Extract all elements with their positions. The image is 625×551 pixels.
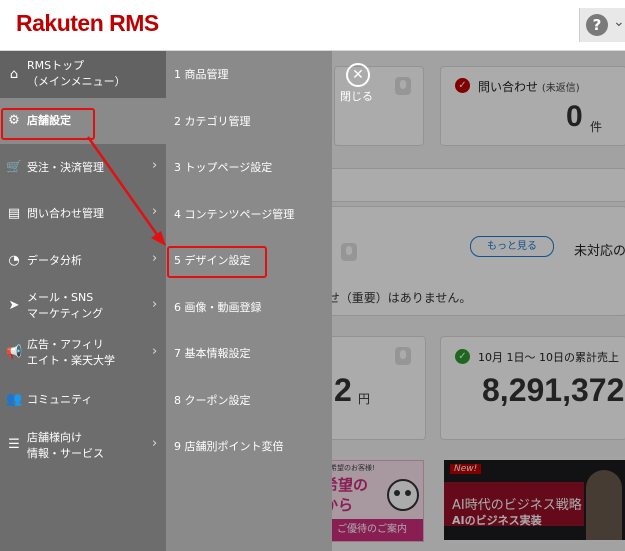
annotation-arrow xyxy=(86,136,166,246)
